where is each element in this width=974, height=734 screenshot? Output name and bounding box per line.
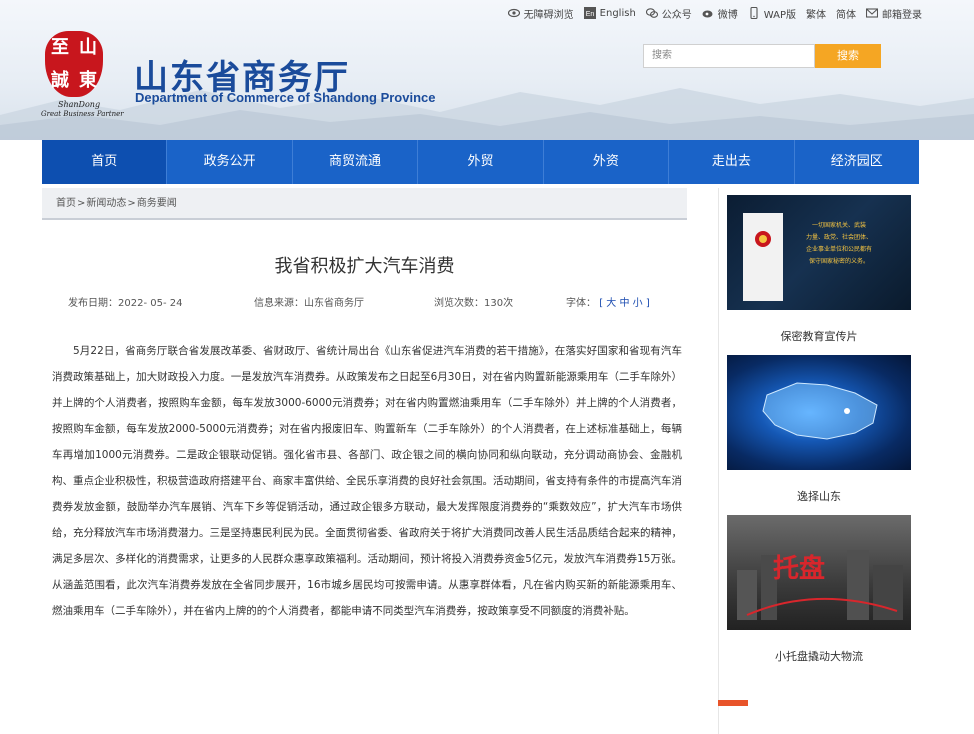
breadcrumb-separator: > xyxy=(77,198,86,209)
mail-icon xyxy=(866,8,878,18)
en-icon: En xyxy=(583,7,596,19)
source-label: 信息来源： xyxy=(254,298,304,309)
seal-char-2: 山 xyxy=(79,36,97,58)
accessible-label: 无障碍浏览 xyxy=(523,9,574,21)
svg-text:力量、政党、社会团体、: 力量、政党、社会团体、 xyxy=(806,233,872,241)
site-subtitle: Department of Commerce of Shandong Provi… xyxy=(135,90,436,105)
simplified-label: 简体 xyxy=(836,9,856,21)
top-utility-bar: 无障碍浏览 En English 公众号 微博 WAP版 繁体 简体 邮箱登录 xyxy=(498,4,922,22)
article-title: 我省积极扩大汽车消费 xyxy=(274,256,455,277)
font-label: 字体： xyxy=(566,298,596,309)
views-label: 浏览次数： xyxy=(434,298,484,309)
english-label: English xyxy=(599,7,636,19)
breadcrumb-news[interactable]: 新闻动态 xyxy=(86,198,126,209)
sidebar-card-choose-shandong[interactable]: 逸择山东 xyxy=(727,355,911,504)
wechat-icon xyxy=(645,8,658,18)
simplified-link[interactable]: 简体 xyxy=(836,6,856,21)
orange-tab-marker xyxy=(718,700,748,706)
svg-text:En: En xyxy=(585,11,594,18)
seal-char-4: 東 xyxy=(79,69,97,91)
nav-item-home[interactable]: 首页 xyxy=(42,140,168,184)
svg-text:一切国家机关、武装: 一切国家机关、武装 xyxy=(812,221,866,229)
seal-char-1: 至 xyxy=(51,36,69,58)
nav-item-go-abroad[interactable]: 走出去 xyxy=(669,140,795,184)
logistics-image: 托盘 xyxy=(727,515,911,630)
wap-label: WAP版 xyxy=(763,9,796,21)
eye-icon xyxy=(507,8,520,18)
search-button[interactable]: 搜索 xyxy=(815,44,881,68)
publish-label: 发布日期： xyxy=(68,298,118,309)
source-value: 山东省商务厅 xyxy=(304,298,364,309)
wechat-public-link[interactable]: 公众号 xyxy=(645,6,692,21)
publish-value: 2022- 05- 24 xyxy=(118,298,183,309)
nav-item-government[interactable]: 政务公开 xyxy=(167,140,293,184)
info-source: 信息来源：山东省商务厅 xyxy=(254,294,364,309)
article-paragraph: 5月22日，省商务厅联合省发展改革委、省财政厅、省统计局出台《山东省促进汽车消费… xyxy=(52,345,682,617)
views-value: 130次 xyxy=(484,298,514,309)
weibo-link[interactable]: 微博 xyxy=(702,6,738,21)
font-medium-button[interactable]: 中 xyxy=(619,298,629,309)
wap-link[interactable]: WAP版 xyxy=(748,6,796,21)
search-input[interactable]: 搜索 xyxy=(643,44,815,68)
main-nav: 首页 政务公开 商贸流通 外贸 外资 走出去 经济园区 xyxy=(42,140,919,184)
choose-shandong-caption: 逸择山东 xyxy=(797,490,841,503)
site-header: 无障碍浏览 En English 公众号 微博 WAP版 繁体 简体 邮箱登录 xyxy=(0,0,974,140)
svg-text:保守国家秘密的义务。: 保守国家秘密的义务。 xyxy=(809,257,869,265)
seal-char-3: 誠 xyxy=(51,69,69,91)
font-small-button[interactable]: 小 xyxy=(633,298,643,309)
english-link[interactable]: En English xyxy=(583,7,636,19)
wechat-public-label: 公众号 xyxy=(661,9,692,21)
nav-item-economic-parks[interactable]: 经济园区 xyxy=(795,140,919,184)
breadcrumb-commerce-news[interactable]: 商务要闻 xyxy=(137,198,177,209)
accessible-link[interactable]: 无障碍浏览 xyxy=(507,6,574,21)
breadcrumb-separator: > xyxy=(127,198,136,209)
logo-caption: ShanDong xyxy=(58,100,101,109)
publish-date: 发布日期：2022- 05- 24 xyxy=(68,294,182,309)
nav-item-foreign-investment[interactable]: 外资 xyxy=(544,140,670,184)
font-close-bracket: ] xyxy=(645,298,650,309)
security-video-art: 一切国家机关、武装 力量、政党、社会团体、 企业事业单位和公民都有 保守国家秘密… xyxy=(743,213,872,301)
logo-tagline: Great Business Partner xyxy=(41,110,124,118)
traditional-link[interactable]: 繁体 xyxy=(806,6,826,21)
logo-seal[interactable]: 至 山 誠 東 xyxy=(45,31,103,97)
phone-icon xyxy=(750,7,758,19)
nav-item-foreign-trade[interactable]: 外贸 xyxy=(418,140,544,184)
sidebar-card-security-video[interactable]: 一切国家机关、武装 力量、政党、社会团体、 企业事业单位和公民都有 保守国家秘密… xyxy=(727,195,911,344)
article-main: 首页>新闻动态>商务要闻 我省积极扩大汽车消费 发布日期：2022- 05- 2… xyxy=(42,188,687,734)
logistics-art: 托盘 xyxy=(737,550,903,620)
font-large-button[interactable]: 大 xyxy=(606,298,616,309)
choose-shandong-image xyxy=(727,355,911,470)
mail-label: 邮箱登录 xyxy=(882,9,922,21)
traditional-label: 繁体 xyxy=(806,9,826,21)
security-video-image: 一切国家机关、武装 力量、政党、社会团体、 企业事业单位和公民都有 保守国家秘密… xyxy=(727,195,911,310)
mail-link[interactable]: 邮箱登录 xyxy=(866,6,922,21)
sidebar: 一切国家机关、武装 力量、政党、社会团体、 企业事业单位和公民都有 保守国家秘密… xyxy=(718,188,920,734)
security-video-caption: 保密教育宣传片 xyxy=(780,330,858,343)
breadcrumb: 首页>新闻动态>商务要闻 xyxy=(42,188,687,220)
china-map-art xyxy=(762,382,878,440)
view-count: 浏览次数：130次 xyxy=(434,294,513,309)
font-open-bracket: [ xyxy=(599,298,604,309)
svg-text:托盘: 托盘 xyxy=(773,553,825,584)
weibo-icon xyxy=(702,10,713,18)
logistics-caption: 小托盘撬动大物流 xyxy=(775,650,863,663)
sidebar-card-logistics[interactable]: 托盘 小托盘撬动大物流 xyxy=(727,515,911,664)
breadcrumb-home[interactable]: 首页 xyxy=(56,198,76,209)
article-body: 5月22日，省商务厅联合省发展改革委、省财政厅、省统计局出台《山东省促进汽车消费… xyxy=(52,338,682,624)
nav-item-commerce[interactable]: 商贸流通 xyxy=(293,140,419,184)
font-size-selector: 字体： [ 大 中 小 ] xyxy=(566,294,650,309)
svg-text:企业事业单位和公民都有: 企业事业单位和公民都有 xyxy=(806,245,872,253)
weibo-label: 微博 xyxy=(717,9,738,21)
